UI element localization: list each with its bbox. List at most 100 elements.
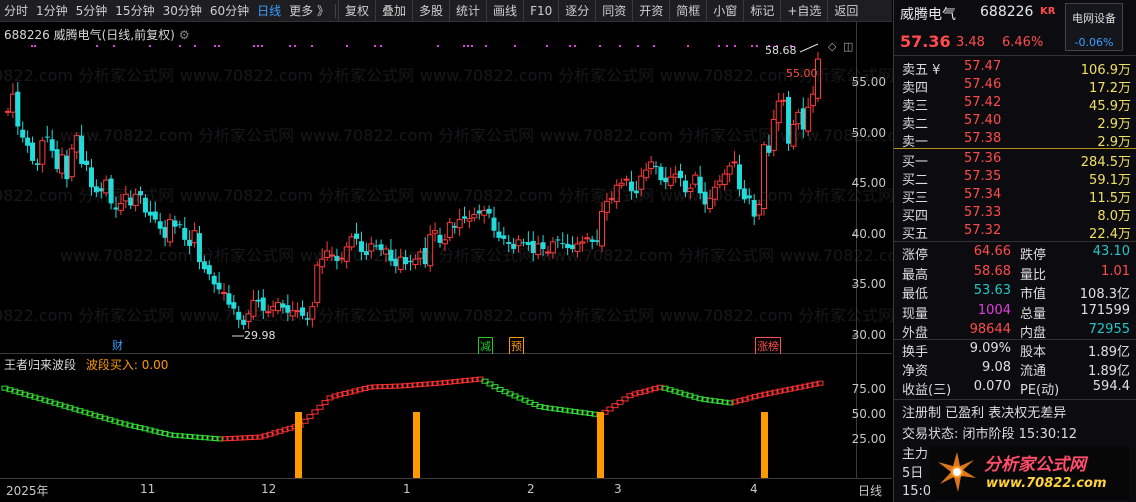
candle[interactable] <box>525 231 531 251</box>
toolbar-button[interactable]: 标记 <box>743 0 780 21</box>
candle[interactable] <box>128 190 134 209</box>
candle[interactable] <box>260 289 266 320</box>
toolbar-button[interactable]: 统计 <box>449 0 486 21</box>
candlestick-canvas[interactable] <box>0 22 856 354</box>
candle[interactable] <box>388 238 394 266</box>
candle[interactable] <box>501 227 507 245</box>
candle[interactable] <box>88 159 94 196</box>
period-tab[interactable]: 5分钟 <box>72 0 112 21</box>
toolbar-button[interactable]: 叠加 <box>375 0 412 21</box>
candle[interactable] <box>618 178 625 189</box>
candle[interactable] <box>535 235 542 260</box>
candle[interactable] <box>300 300 306 320</box>
candle[interactable] <box>751 194 757 225</box>
candle[interactable] <box>397 248 404 273</box>
candle[interactable] <box>731 151 738 168</box>
period-tab[interactable]: 30分钟 <box>159 0 206 21</box>
candle[interactable] <box>790 119 797 150</box>
toolbar-button[interactable]: 简框 <box>669 0 706 21</box>
candle[interactable] <box>687 183 694 199</box>
candle[interactable] <box>338 252 345 264</box>
candle[interactable] <box>329 246 335 262</box>
candle[interactable] <box>456 208 463 237</box>
candle[interactable] <box>648 155 655 175</box>
candle[interactable] <box>68 144 75 182</box>
candle[interactable] <box>574 236 581 258</box>
candle[interactable] <box>162 219 168 247</box>
period-tab[interactable]: 60分钟 <box>206 0 253 21</box>
candle[interactable] <box>285 294 291 322</box>
candle[interactable] <box>570 236 576 253</box>
candle[interactable] <box>599 201 605 252</box>
candle[interactable] <box>805 97 812 136</box>
candle[interactable] <box>667 167 674 189</box>
candle[interactable] <box>692 171 699 188</box>
candle[interactable] <box>196 225 202 270</box>
candle[interactable] <box>138 186 144 204</box>
candle[interactable] <box>721 169 728 191</box>
candle[interactable] <box>412 254 419 270</box>
candle[interactable] <box>761 141 767 216</box>
candle[interactable] <box>702 182 708 213</box>
candle[interactable] <box>289 301 296 321</box>
candle[interactable] <box>211 272 217 293</box>
candle[interactable] <box>84 151 90 171</box>
candle[interactable] <box>294 302 301 318</box>
candle[interactable] <box>565 234 571 256</box>
candle[interactable] <box>613 179 620 209</box>
candle[interactable] <box>30 136 36 165</box>
candle[interactable] <box>746 188 752 205</box>
candle[interactable] <box>5 107 11 116</box>
candle[interactable] <box>334 248 340 270</box>
candle[interactable] <box>638 167 645 197</box>
candle[interactable] <box>201 255 207 273</box>
candle[interactable] <box>343 242 350 269</box>
candle[interactable] <box>530 231 536 262</box>
toolbar-button[interactable]: 返回 <box>827 0 864 21</box>
candle[interactable] <box>678 163 684 187</box>
candle[interactable] <box>786 90 792 151</box>
diamond-icon[interactable]: ◇ <box>828 40 836 53</box>
candle[interactable] <box>25 130 31 153</box>
candle[interactable] <box>697 165 703 200</box>
candle[interactable] <box>245 310 252 329</box>
candle[interactable] <box>191 222 198 248</box>
candle[interactable] <box>643 162 650 182</box>
candle[interactable] <box>452 222 458 234</box>
candle[interactable] <box>506 234 512 253</box>
candle[interactable] <box>132 188 139 212</box>
candle[interactable] <box>653 161 659 175</box>
candle[interactable] <box>716 175 723 189</box>
candle[interactable] <box>515 235 522 253</box>
candle[interactable] <box>711 180 718 207</box>
candle[interactable] <box>540 235 546 257</box>
candle[interactable] <box>594 229 600 246</box>
candle[interactable] <box>736 154 742 197</box>
candle[interactable] <box>511 237 517 254</box>
candle[interactable] <box>54 140 60 173</box>
candle[interactable] <box>34 158 40 171</box>
candle[interactable] <box>113 196 119 218</box>
candle[interactable] <box>780 93 787 106</box>
period-tab[interactable]: 15分钟 <box>111 0 158 21</box>
candle[interactable] <box>491 206 497 238</box>
toolbar-button[interactable]: 画线 <box>486 0 523 21</box>
candle[interactable] <box>810 85 817 113</box>
candle[interactable] <box>623 175 630 186</box>
candle[interactable] <box>486 205 492 219</box>
candle[interactable] <box>93 179 99 198</box>
candle[interactable] <box>304 312 310 326</box>
candle[interactable] <box>221 282 227 301</box>
candle[interactable] <box>766 134 772 157</box>
candle[interactable] <box>314 261 321 308</box>
candle[interactable] <box>555 235 561 249</box>
candle[interactable] <box>280 299 286 314</box>
candle[interactable] <box>373 239 379 250</box>
toolbar-button[interactable]: 小窗 <box>706 0 743 21</box>
tag-forecast[interactable]: 预 <box>509 337 524 355</box>
candle[interactable] <box>44 125 50 143</box>
candle[interactable] <box>98 182 104 199</box>
candle[interactable] <box>393 249 399 274</box>
candle[interactable] <box>265 304 272 318</box>
candle[interactable] <box>157 212 163 235</box>
